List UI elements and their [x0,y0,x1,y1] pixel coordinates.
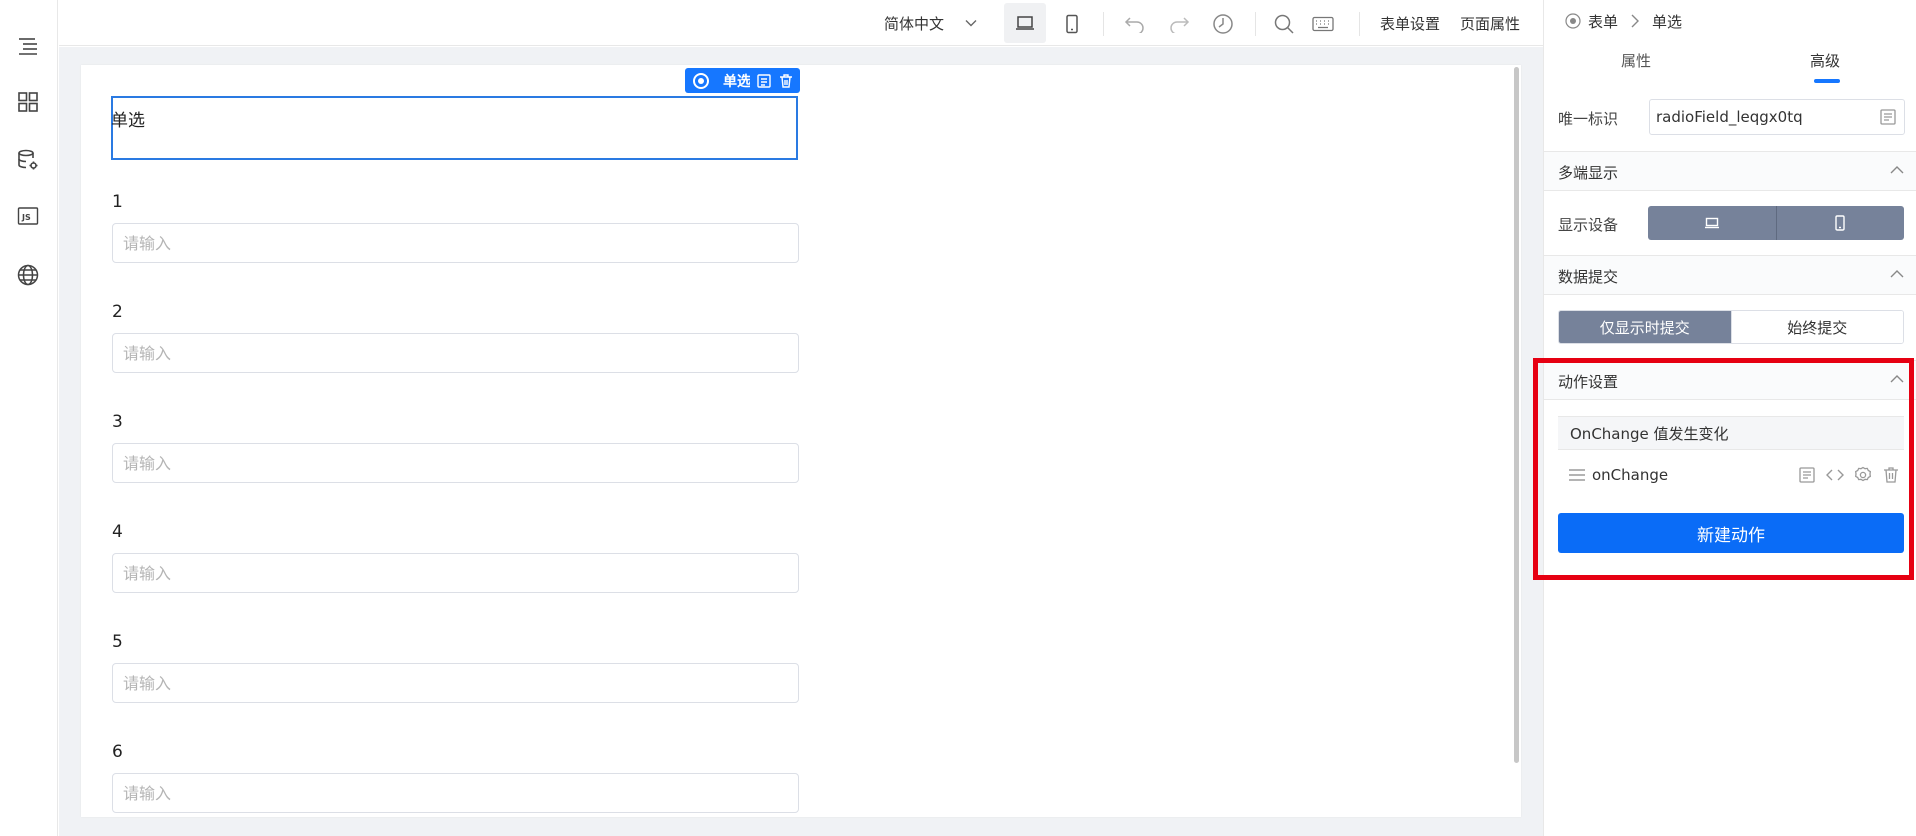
redo-icon [1170,17,1190,33]
copy-icon[interactable] [1879,108,1897,126]
phone-icon [1835,215,1845,231]
active-tab-indicator [1814,79,1840,83]
chevron-up-icon [1890,270,1904,278]
breadcrumb: 表单 单选 [1564,10,1682,32]
globe-icon[interactable] [14,261,42,289]
history-button[interactable] [1208,9,1238,39]
chevron-up-icon [1890,166,1904,174]
multi-display-section-header[interactable]: 多端显示 [1544,151,1916,191]
clock-icon [1213,14,1233,34]
form-settings-button[interactable]: 表单设置 [1380,0,1440,46]
chevron-up-icon [1890,375,1904,383]
data-source-icon[interactable] [14,146,42,174]
left-sidebar: JS [0,0,58,836]
field-label-5: 5 [112,632,123,652]
breadcrumb-form[interactable]: 表单 [1588,11,1618,32]
new-action-button[interactable]: 新建动作 [1558,513,1904,553]
laptop-icon [1016,16,1034,30]
language-label: 简体中文 [884,14,945,33]
outline-tree-icon[interactable] [14,32,42,60]
device-option-mobile[interactable] [1775,206,1905,240]
selected-component-tag-label: 单选 [723,73,751,90]
chevron-right-icon [1631,14,1640,28]
unique-id-label: 唯一标识 [1558,110,1619,128]
field-input-5[interactable] [112,663,799,703]
radio-component-selected[interactable]: 单选 [111,96,798,160]
field-input-4[interactable] [112,553,799,593]
redo-button[interactable] [1164,9,1194,39]
mobile-view-button[interactable] [1057,9,1087,39]
delete-icon[interactable] [1882,466,1900,484]
field-input-6[interactable] [112,773,799,813]
shortcuts-button[interactable] [1308,9,1338,39]
form-canvas: 单选 单选 1 2 3 4 5 6 [81,65,1521,817]
toolbar-divider [1255,12,1256,36]
drag-handle-icon[interactable] [1568,468,1586,482]
language-select[interactable]: 简体中文 [884,0,978,46]
field-input-3[interactable] [112,443,799,483]
copy-icon[interactable] [1798,466,1816,484]
field-label-4: 4 [112,522,123,542]
canvas-scrollbar[interactable] [1514,67,1519,763]
delete-icon[interactable] [778,73,794,89]
phone-icon [1066,14,1078,34]
svg-text:JS: JS [21,213,31,222]
desktop-view-button[interactable] [1004,3,1046,43]
page-properties-button[interactable]: 页面属性 [1460,0,1520,46]
action-settings-section-header[interactable]: 动作设置 [1544,360,1916,400]
field-label-3: 3 [112,412,123,432]
copy-icon[interactable] [756,73,772,89]
toolbar-divider [1359,12,1360,36]
data-submit-section-header[interactable]: 数据提交 [1544,255,1916,295]
search-icon [1274,14,1294,34]
form-settings-label: 表单设置 [1380,14,1441,33]
display-device-label: 显示设备 [1558,216,1619,234]
submit-option-when-visible[interactable]: 仅显示时提交 [1559,311,1731,343]
display-device-toggle [1648,206,1904,240]
chevron-down-icon [965,20,977,27]
action-settings-title: 动作设置 [1558,373,1619,391]
radio-icon [1565,13,1581,29]
onchange-handler-name: onChange [1592,466,1669,484]
js-code-icon[interactable]: JS [14,202,42,230]
code-icon[interactable] [1826,466,1844,484]
onchange-handler-row: onChange [1558,458,1904,492]
field-input-1[interactable] [112,223,799,263]
toolbar-divider [1103,12,1104,36]
canvas-area: 单选 单选 1 2 3 4 5 6 [59,47,1543,836]
field-label-2: 2 [112,302,123,322]
unique-id-input[interactable] [1649,99,1905,135]
data-submit-segmented: 仅显示时提交 始终提交 [1558,310,1904,344]
app: JS 简体中文 表单设置 页面属性 单选 单选 1 请输入 2 请输入 3 请输… [0,0,1916,836]
radio-icon [693,72,709,89]
multi-display-title: 多端显示 [1558,164,1619,182]
properties-panel: 表单 单选 属性 高级 唯一标识 多端显示 显示设备 数据提交 [1543,0,1916,836]
components-grid-icon[interactable] [14,88,42,116]
data-submit-title: 数据提交 [1558,268,1619,286]
laptop-icon [1704,217,1719,229]
tab-properties[interactable]: 属性 [1621,50,1651,71]
handler-actions [1798,466,1900,484]
device-option-desktop[interactable] [1648,206,1776,240]
undo-button[interactable] [1120,9,1150,39]
keyboard-icon [1312,16,1334,32]
tab-advanced[interactable]: 高级 [1810,50,1840,71]
panel-tabs: 属性 高级 [1544,46,1916,86]
radio-component-label: 单选 [111,111,145,131]
undo-icon [1124,17,1144,33]
gear-icon[interactable] [1854,466,1872,484]
selected-component-tools [750,68,800,93]
search-button[interactable] [1269,9,1299,39]
field-label-1: 1 [112,192,123,212]
submit-option-always[interactable]: 始终提交 [1730,311,1903,343]
field-input-2[interactable] [112,333,799,373]
breadcrumb-radio: 单选 [1652,12,1683,31]
top-toolbar: 简体中文 表单设置 页面属性 [59,0,1543,46]
page-properties-label: 页面属性 [1460,14,1521,33]
field-label-6: 6 [112,742,123,762]
onchange-event-title: OnChange 值发生变化 [1558,416,1904,450]
